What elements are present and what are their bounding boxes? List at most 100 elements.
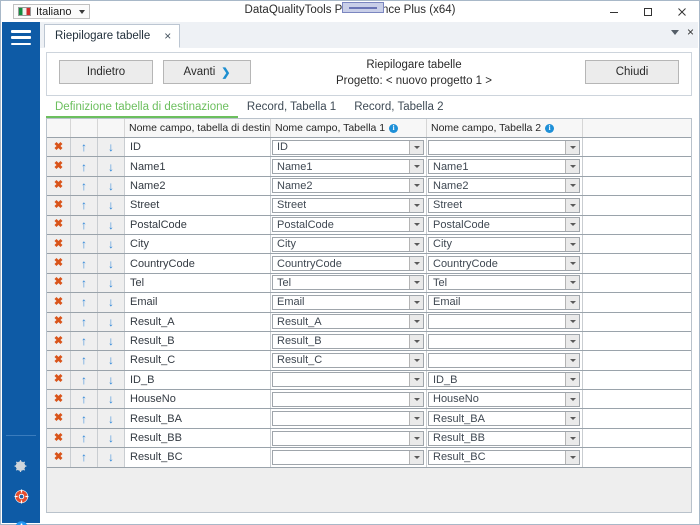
chevron-down-icon[interactable] xyxy=(409,373,423,386)
move-up-button[interactable]: ↑ xyxy=(71,371,98,389)
table1-field-cell[interactable] xyxy=(271,371,427,389)
table1-field-cell[interactable]: Tel xyxy=(271,274,427,292)
table2-field-combobox[interactable]: PostalCode xyxy=(428,217,580,232)
chevron-down-icon[interactable] xyxy=(565,218,579,231)
table-row[interactable]: ✖↑↓Name1Name1Name1 xyxy=(47,157,691,176)
table1-field-combobox[interactable]: Street xyxy=(272,198,424,213)
move-down-button[interactable]: ↓ xyxy=(98,448,125,466)
table2-field-cell[interactable] xyxy=(427,138,583,156)
table1-field-combobox[interactable]: Result_B xyxy=(272,334,424,349)
table1-field-cell[interactable] xyxy=(271,409,427,427)
move-up-button[interactable]: ↑ xyxy=(71,157,98,175)
table1-field-combobox[interactable] xyxy=(272,411,424,426)
table2-field-combobox[interactable]: Result_BC xyxy=(428,450,580,465)
table2-field-cell[interactable]: Result_BC xyxy=(427,448,583,466)
table2-field-cell[interactable]: ID_B xyxy=(427,371,583,389)
table2-field-cell[interactable]: Result_BA xyxy=(427,409,583,427)
move-down-button[interactable]: ↓ xyxy=(98,371,125,389)
settings-button[interactable] xyxy=(11,455,31,475)
table-row[interactable]: ✖↑↓PostalCodePostalCodePostalCode xyxy=(47,216,691,235)
chevron-down-icon[interactable] xyxy=(409,257,423,270)
table1-field-cell[interactable]: Result_C xyxy=(271,351,427,369)
delete-row-button[interactable]: ✖ xyxy=(47,216,71,234)
target-field-name-cell[interactable]: Name2 xyxy=(125,177,271,195)
chevron-down-icon[interactable] xyxy=(409,218,423,231)
chevron-down-icon[interactable] xyxy=(565,373,579,386)
delete-row-button[interactable]: ✖ xyxy=(47,196,71,214)
move-up-button[interactable]: ↑ xyxy=(71,293,98,311)
move-up-button[interactable]: ↑ xyxy=(71,254,98,272)
table2-field-combobox[interactable] xyxy=(428,314,580,329)
move-down-button[interactable]: ↓ xyxy=(98,254,125,272)
table1-field-combobox[interactable]: Name1 xyxy=(272,159,424,174)
delete-row-button[interactable]: ✖ xyxy=(47,235,71,253)
table1-field-combobox[interactable]: CountryCode xyxy=(272,256,424,271)
move-down-button[interactable]: ↓ xyxy=(98,196,125,214)
move-down-button[interactable]: ↓ xyxy=(98,216,125,234)
table-row[interactable]: ✖↑↓Result_BBResult_BB xyxy=(47,429,691,448)
tab-close-icon[interactable]: × xyxy=(164,30,171,42)
table-row[interactable]: ✖↑↓IDID xyxy=(47,138,691,157)
table2-field-combobox[interactable]: Result_BA xyxy=(428,411,580,426)
table2-field-cell[interactable]: Tel xyxy=(427,274,583,292)
table1-field-combobox[interactable] xyxy=(272,392,424,407)
table1-field-cell[interactable]: Email xyxy=(271,293,427,311)
target-field-name-cell[interactable]: Email xyxy=(125,293,271,311)
chevron-down-icon[interactable] xyxy=(565,412,579,425)
chevron-down-icon[interactable] xyxy=(409,393,423,406)
table-row[interactable]: ✖↑↓ID_BID_B xyxy=(47,371,691,390)
info-icon[interactable]: i xyxy=(545,124,554,133)
move-up-button[interactable]: ↑ xyxy=(71,196,98,214)
target-field-name-cell[interactable]: ID_B xyxy=(125,371,271,389)
info-icon[interactable]: i xyxy=(389,124,398,133)
move-down-button[interactable]: ↓ xyxy=(98,293,125,311)
move-down-button[interactable]: ↓ xyxy=(98,138,125,156)
table1-field-cell[interactable]: CountryCode xyxy=(271,254,427,272)
chevron-down-icon[interactable] xyxy=(565,315,579,328)
chevron-down-icon[interactable] xyxy=(565,257,579,270)
target-field-name-cell[interactable]: HouseNo xyxy=(125,390,271,408)
move-up-button[interactable]: ↑ xyxy=(71,235,98,253)
delete-row-button[interactable]: ✖ xyxy=(47,351,71,369)
chevron-down-icon[interactable] xyxy=(409,451,423,464)
chevron-down-icon[interactable] xyxy=(409,141,423,154)
move-down-button[interactable]: ↓ xyxy=(98,429,125,447)
chevron-down-icon[interactable] xyxy=(409,315,423,328)
chevron-down-icon[interactable] xyxy=(565,276,579,289)
move-up-button[interactable]: ↑ xyxy=(71,409,98,427)
delete-row-button[interactable]: ✖ xyxy=(47,157,71,175)
chevron-down-icon[interactable] xyxy=(565,354,579,367)
target-field-name-cell[interactable]: Result_BC xyxy=(125,448,271,466)
delete-row-button[interactable]: ✖ xyxy=(47,254,71,272)
table2-field-combobox[interactable]: Name2 xyxy=(428,178,580,193)
table1-field-cell[interactable]: Result_B xyxy=(271,332,427,350)
table-row[interactable]: ✖↑↓Result_CResult_C xyxy=(47,351,691,370)
chevron-down-icon[interactable] xyxy=(409,160,423,173)
tab-riepilogare-tabelle[interactable]: Riepilogare tabelle × xyxy=(44,24,180,48)
move-down-button[interactable]: ↓ xyxy=(98,235,125,253)
delete-row-button[interactable]: ✖ xyxy=(47,177,71,195)
table2-field-combobox[interactable] xyxy=(428,353,580,368)
table2-field-cell[interactable]: Name2 xyxy=(427,177,583,195)
delete-row-button[interactable]: ✖ xyxy=(47,332,71,350)
table1-field-cell[interactable]: Name2 xyxy=(271,177,427,195)
table2-field-cell[interactable]: Name1 xyxy=(427,157,583,175)
delete-row-button[interactable]: ✖ xyxy=(47,409,71,427)
target-field-name-cell[interactable]: Tel xyxy=(125,274,271,292)
table2-field-combobox[interactable]: Name1 xyxy=(428,159,580,174)
table2-field-cell[interactable]: Street xyxy=(427,196,583,214)
delete-row-button[interactable]: ✖ xyxy=(47,138,71,156)
chevron-down-icon[interactable] xyxy=(565,296,579,309)
table-row[interactable]: ✖↑↓Result_AResult_A xyxy=(47,313,691,332)
hamburger-icon[interactable] xyxy=(11,30,31,45)
table-row[interactable]: ✖↑↓EmailEmailEmail xyxy=(47,293,691,312)
delete-row-button[interactable]: ✖ xyxy=(47,274,71,292)
table2-field-combobox[interactable]: Tel xyxy=(428,275,580,290)
chevron-down-icon[interactable] xyxy=(565,451,579,464)
chevron-down-icon[interactable] xyxy=(565,179,579,192)
chevron-down-icon[interactable] xyxy=(409,238,423,251)
table2-field-cell[interactable] xyxy=(427,351,583,369)
delete-row-button[interactable]: ✖ xyxy=(47,371,71,389)
target-field-name-cell[interactable]: City xyxy=(125,235,271,253)
table2-field-combobox[interactable] xyxy=(428,140,580,155)
